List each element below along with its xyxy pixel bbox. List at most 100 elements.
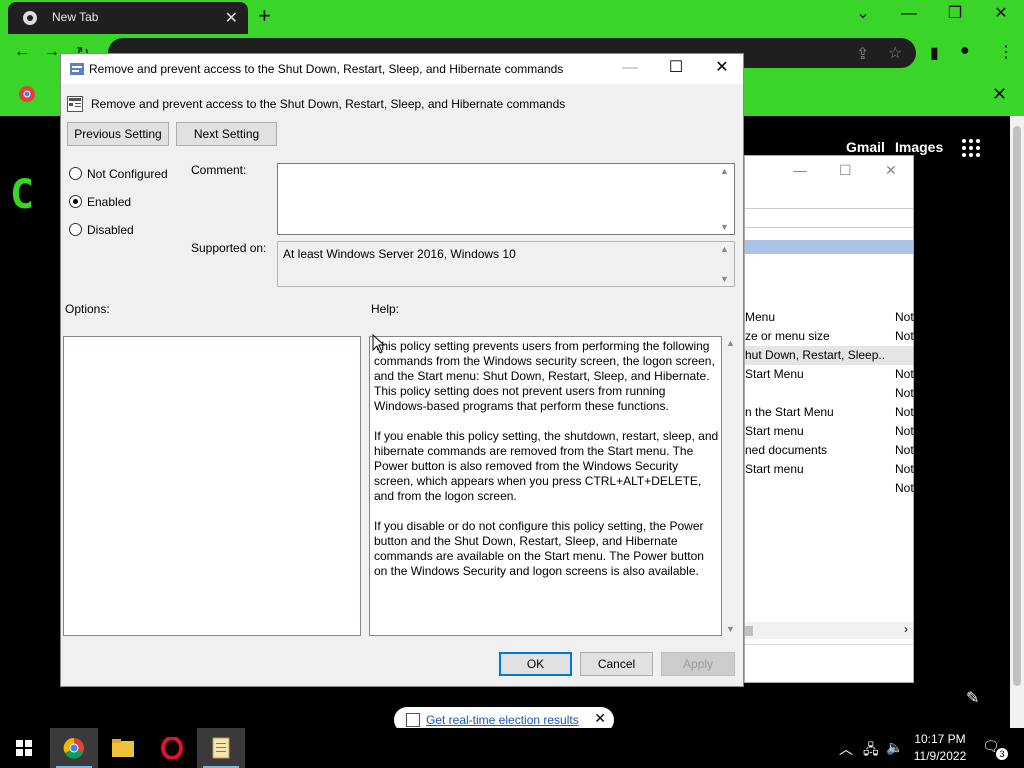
policy-app-icon bbox=[70, 63, 84, 75]
gpo-setting-row[interactable]: Start Menu Not bbox=[745, 365, 914, 384]
scroll-up-icon[interactable]: ▲ bbox=[726, 338, 735, 348]
help-paragraph: If you enable this policy setting, the s… bbox=[374, 429, 719, 503]
taskbar-file-explorer[interactable] bbox=[99, 728, 147, 768]
gpo-setting-row[interactable]: Not bbox=[745, 479, 914, 498]
dialog-close-button[interactable]: ✕ bbox=[699, 54, 745, 84]
comment-label: Comment: bbox=[191, 163, 247, 177]
gpo-setting-state: Not bbox=[895, 443, 914, 457]
tab-search-icon[interactable]: ⌄ bbox=[840, 0, 886, 30]
supported-scrollbar[interactable]: ▲ ▼ bbox=[720, 244, 730, 284]
taskbar-group-policy[interactable] bbox=[197, 728, 245, 768]
taskbar-chrome[interactable] bbox=[50, 728, 98, 768]
group-policy-editor-window: — ☐ ✕ Menu Not ze or menu size Not hut Down,… bbox=[744, 155, 914, 683]
gpo-setting-state: Not bbox=[895, 367, 914, 381]
chrome-icon bbox=[23, 11, 37, 25]
close-browser-button[interactable]: ✕ bbox=[978, 0, 1024, 30]
policy-setting-icon bbox=[67, 96, 83, 112]
bookmark-star-icon[interactable]: ☆ bbox=[888, 43, 902, 63]
gpo-selected-header bbox=[745, 240, 913, 254]
next-setting-button[interactable]: Next Setting bbox=[176, 122, 277, 146]
gpo-setting-state: Not bbox=[895, 405, 914, 419]
gpo-setting-row[interactable]: hut Down, Restart, Sleep... bbox=[745, 346, 913, 365]
gpo-minimize-icon[interactable]: — bbox=[793, 162, 807, 178]
side-panel-icon[interactable]: ▮ bbox=[930, 43, 939, 63]
back-icon[interactable]: ← bbox=[14, 43, 30, 61]
gpo-setting-row[interactable]: Start menu Not bbox=[745, 422, 914, 441]
chrome-menu-icon[interactable]: ⋮ bbox=[998, 42, 1014, 62]
gpo-setting-name: ned documents bbox=[745, 443, 828, 457]
gpo-setting-name: ze or menu size bbox=[745, 329, 830, 343]
supported-on-field: At least Windows Server 2016, Windows 10… bbox=[277, 241, 735, 287]
dialog-titlebar: Remove and prevent access to the Shut Do… bbox=[61, 54, 743, 84]
options-label: Options: bbox=[65, 302, 110, 316]
election-results-link[interactable]: Get real-time election results bbox=[426, 713, 579, 727]
help-text: This policy setting prevents users from … bbox=[374, 339, 719, 594]
clock-time: 10:17 PM bbox=[914, 732, 966, 746]
google-apps-icon[interactable] bbox=[962, 139, 982, 159]
gpo-close-icon[interactable]: ✕ bbox=[885, 162, 897, 179]
close-tab-icon[interactable]: ✕ bbox=[225, 8, 238, 28]
mouse-cursor-icon bbox=[372, 334, 386, 354]
close-notification-icon[interactable]: ✕ bbox=[594, 710, 606, 727]
gpo-setting-name: hut Down, Restart, Sleep... bbox=[745, 348, 885, 362]
opera-icon bbox=[161, 737, 183, 759]
gpo-setting-state: Not bbox=[895, 462, 914, 476]
taskbar-opera[interactable] bbox=[148, 728, 196, 768]
gpo-horizontal-scrollbar[interactable]: › bbox=[745, 622, 913, 639]
minimize-browser-button[interactable]: — bbox=[886, 0, 932, 30]
help-panel: This policy setting prevents users from … bbox=[369, 336, 722, 636]
policy-setting-dialog: Remove and prevent access to the Shut Do… bbox=[60, 53, 744, 687]
gpo-setting-row[interactable]: n the Start Menu Not bbox=[745, 403, 914, 422]
gpo-status-bar bbox=[745, 644, 913, 682]
radio-circle bbox=[69, 167, 82, 180]
new-tab-button[interactable]: + bbox=[258, 3, 271, 29]
chrome-tabstrip: New Tab ✕ + ⌄ — ❐ ✕ bbox=[0, 0, 1024, 34]
dialog-minimize-button[interactable]: — bbox=[607, 54, 653, 84]
start-button[interactable] bbox=[0, 728, 48, 768]
restore-browser-button[interactable]: ❐ bbox=[932, 0, 978, 30]
customize-pencil-icon[interactable]: ✎ bbox=[966, 688, 979, 708]
network-icon[interactable]: 🖧 bbox=[863, 739, 879, 763]
gpo-maximize-icon[interactable]: ☐ bbox=[839, 162, 852, 179]
chrome-tab-new-tab[interactable]: New Tab ✕ bbox=[8, 2, 248, 34]
radio-circle bbox=[69, 195, 82, 208]
gpo-setting-row[interactable]: Not bbox=[745, 384, 914, 403]
images-link[interactable]: Images bbox=[895, 139, 943, 155]
scroll-down-icon[interactable]: ▼ bbox=[726, 624, 735, 634]
gpo-setting-name: Start menu bbox=[745, 462, 804, 476]
gpo-setting-row[interactable]: Menu Not bbox=[745, 308, 914, 327]
cancel-button[interactable]: Cancel bbox=[580, 652, 653, 676]
clock[interactable]: 10:17 PM 11/9/2022 bbox=[908, 732, 972, 766]
page-scrollbar[interactable] bbox=[1010, 116, 1024, 728]
previous-setting-button[interactable]: Previous Setting bbox=[67, 122, 169, 146]
apply-button[interactable]: Apply bbox=[661, 652, 735, 676]
radio-selected-dot bbox=[73, 199, 78, 204]
profile-avatar-icon[interactable]: ● bbox=[960, 42, 970, 60]
gpo-setting-row[interactable]: Start menu Not bbox=[745, 460, 914, 479]
dialog-maximize-button[interactable]: ☐ bbox=[653, 54, 699, 84]
gpo-setting-state: Not bbox=[895, 424, 914, 438]
forward-icon[interactable]: → bbox=[44, 43, 60, 61]
close-infobar-icon[interactable]: ✕ bbox=[992, 84, 1007, 105]
options-panel bbox=[63, 336, 361, 636]
radio-label: Disabled bbox=[87, 223, 134, 237]
action-center-button[interactable]: 🗨 3 bbox=[980, 736, 1010, 762]
scroll-right-icon[interactable]: › bbox=[904, 622, 908, 636]
volume-icon[interactable]: 🔈 bbox=[886, 739, 903, 756]
show-hidden-icons-icon[interactable]: ︿ bbox=[839, 739, 853, 759]
dialog-title: Remove and prevent access to the Shut Do… bbox=[89, 62, 564, 76]
comment-scrollbar[interactable]: ▲ ▼ bbox=[720, 166, 730, 232]
chrome-icon bbox=[63, 737, 84, 759]
notification-count: 3 bbox=[996, 748, 1008, 760]
help-scrollbar[interactable]: ▲ ▼ bbox=[724, 336, 738, 636]
gpo-setting-row[interactable]: ze or menu size Not bbox=[745, 327, 914, 346]
clock-date: 11/9/2022 bbox=[913, 749, 967, 763]
gmail-link[interactable]: Gmail bbox=[846, 139, 885, 155]
comment-field[interactable]: ▲ ▼ bbox=[277, 163, 735, 235]
gpo-setting-state: Not bbox=[895, 481, 914, 495]
share-icon[interactable]: ⇪ bbox=[856, 44, 869, 64]
gpo-setting-name: n the Start Menu bbox=[745, 405, 834, 419]
gpo-setting-row[interactable]: ned documents Not bbox=[745, 441, 914, 460]
windows-logo-icon bbox=[16, 740, 32, 756]
ok-button[interactable]: OK bbox=[499, 652, 572, 676]
